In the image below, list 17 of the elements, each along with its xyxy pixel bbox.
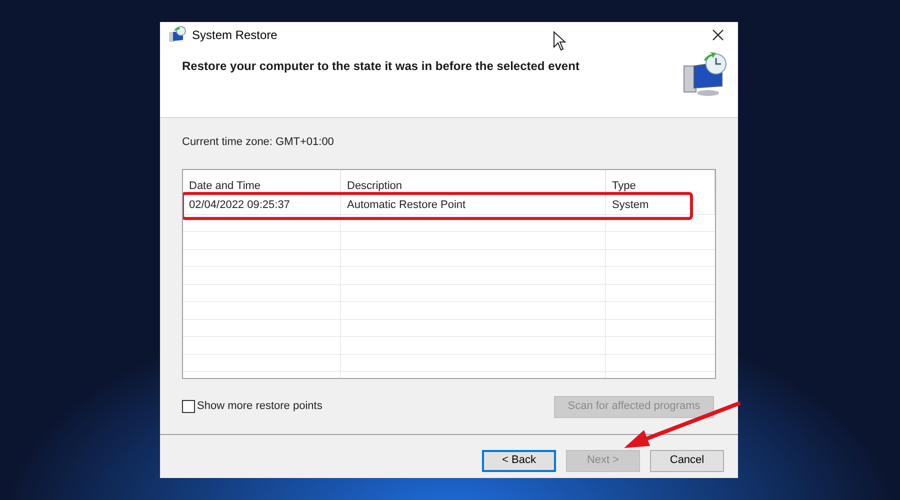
window-title: System Restore bbox=[192, 27, 278, 44]
column-header[interactable]: Type bbox=[606, 170, 715, 196]
table-cell: System bbox=[606, 196, 715, 214]
computer-clock-icon bbox=[168, 26, 186, 44]
dialog-button[interactable]: Cancel bbox=[650, 450, 724, 472]
time-zone-label: Current time zone: GMT+01:00 bbox=[182, 135, 335, 150]
close-icon bbox=[712, 29, 724, 41]
checkbox[interactable] bbox=[182, 400, 195, 413]
mouse-cursor-icon bbox=[553, 31, 567, 51]
column-header[interactable]: Date and Time bbox=[183, 170, 341, 196]
checkbox-label: Show more restore points bbox=[197, 399, 322, 414]
table-cell: Automatic Restore Point bbox=[341, 196, 606, 214]
computer-clock-icon bbox=[682, 52, 728, 98]
column-header[interactable]: Description bbox=[341, 170, 606, 196]
table-cell: 02/04/2022 09:25:37 bbox=[183, 196, 341, 214]
dialog-button[interactable]: < Back bbox=[482, 450, 556, 472]
dialog-heading: Restore your computer to the state it was in before the selected event bbox=[182, 58, 580, 75]
